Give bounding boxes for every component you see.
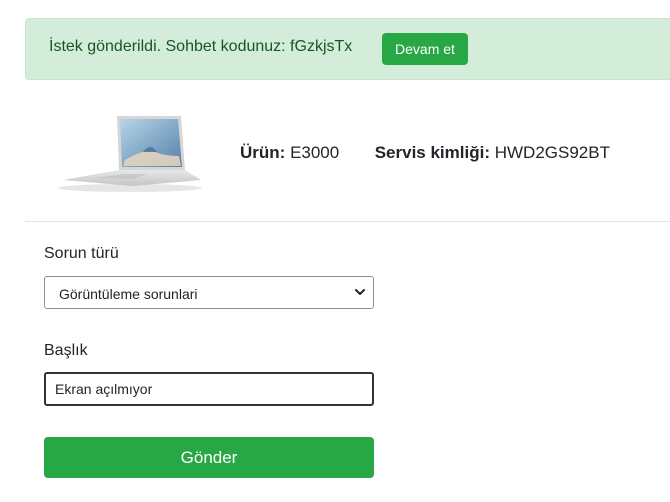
submit-button[interactable]: Gönder [44, 437, 374, 478]
service-id-value: HWD2GS92BT [494, 143, 610, 162]
continue-button[interactable]: Devam et [382, 33, 468, 65]
chevron-down-icon [355, 289, 365, 295]
section-divider [25, 221, 670, 222]
product-value: E3000 [290, 143, 340, 162]
title-label: Başlık [44, 342, 88, 359]
laptop-image [58, 116, 202, 192]
service-id-label: Servis kimliği: [374, 143, 490, 162]
product-info: Ürün: E3000 Servis kimliği: HWD2GS92BT [240, 143, 610, 163]
issue-type-select[interactable]: Görüntüleme sorunlari [44, 276, 374, 309]
title-input[interactable] [44, 372, 374, 406]
issue-type-label: Sorun türü [44, 245, 119, 262]
success-alert: İstek gönderildi. Sohbet kodunuz: fGzkjs… [25, 18, 670, 80]
issue-type-selected-value: Görüntüleme sorunlari [59, 286, 198, 302]
alert-message: İstek gönderildi. Sohbet kodunuz: fGzkjs… [49, 38, 353, 55]
product-label: Ürün: [240, 143, 286, 162]
